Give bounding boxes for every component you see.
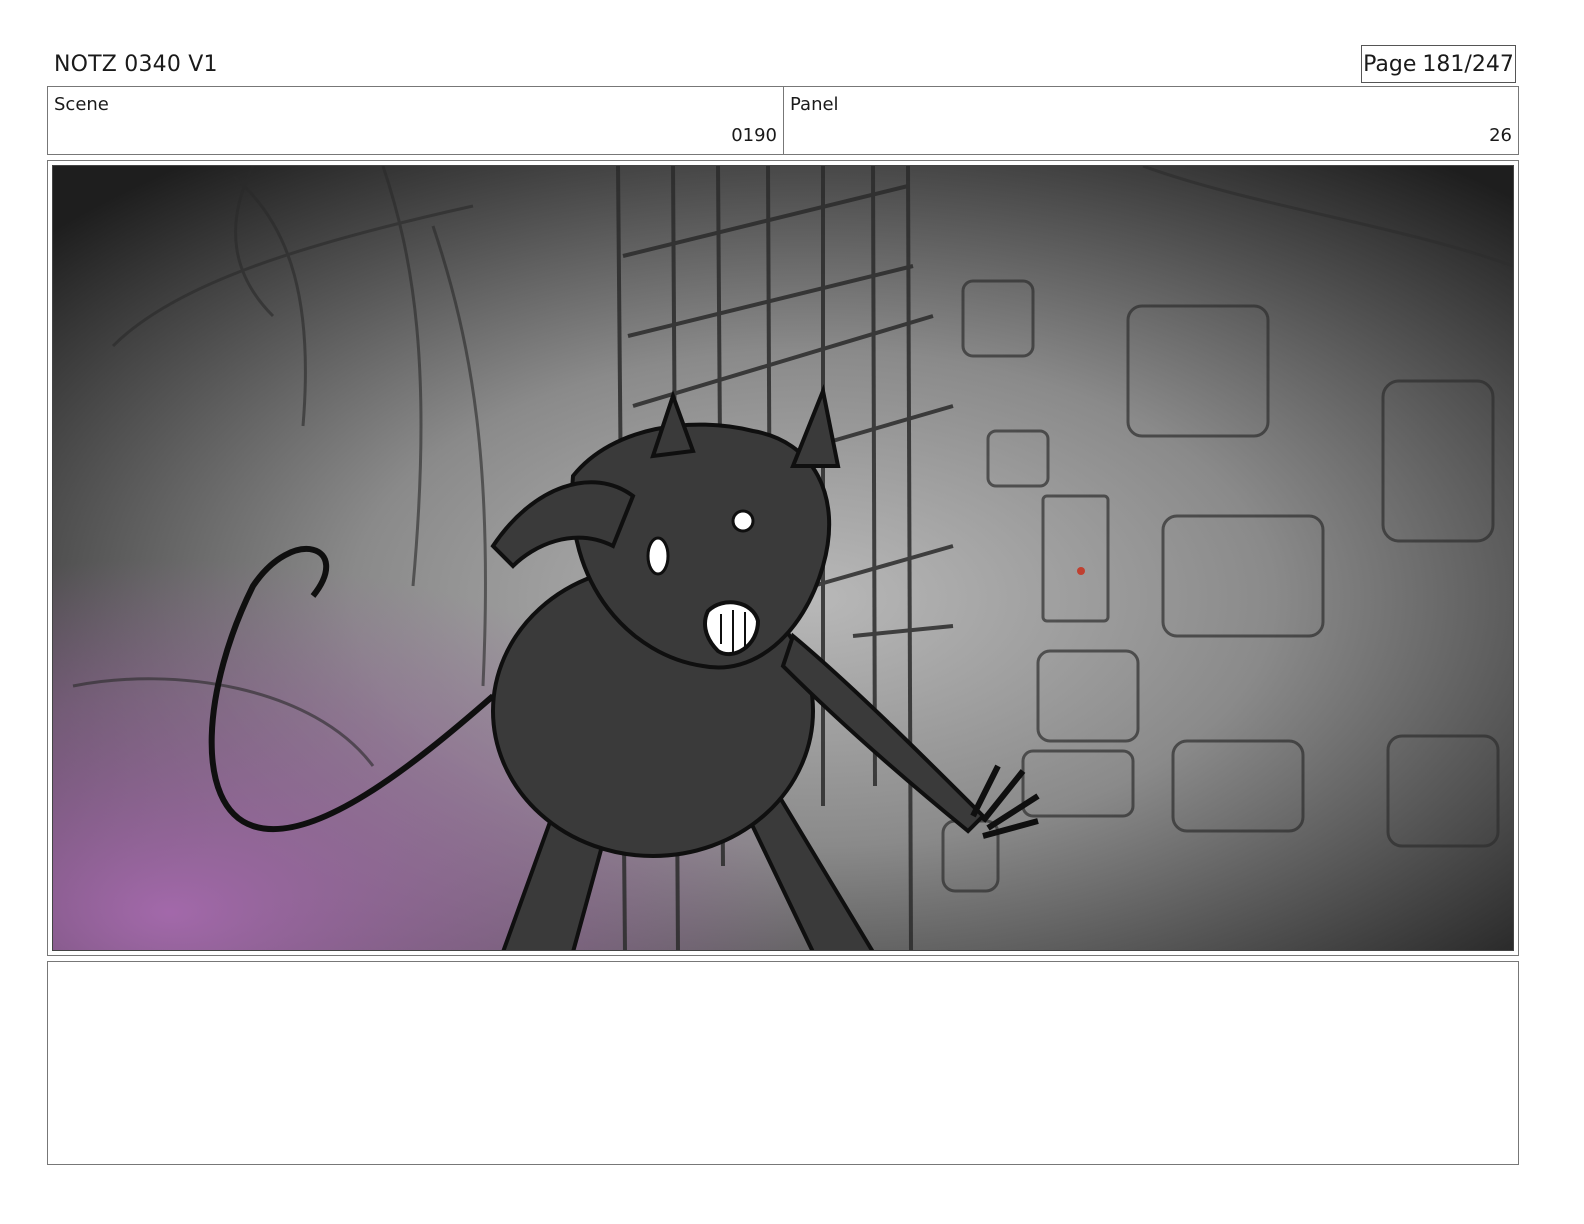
page-number: 181/247	[1422, 51, 1514, 77]
scene-label: Scene	[54, 94, 109, 115]
scene-value: 0190	[731, 125, 777, 146]
storyboard-frame	[52, 165, 1514, 951]
page-indicator: Page 181/247	[1361, 45, 1516, 83]
panel-cell: Panel 26	[784, 87, 1518, 154]
panel-label: Panel	[790, 94, 839, 115]
scene-cell: Scene 0190	[48, 87, 784, 154]
scene-panel-row: Scene 0190 Panel 26	[47, 86, 1519, 155]
storyboard-sketch-image	[53, 166, 1513, 950]
page-word: Page	[1363, 51, 1417, 77]
document-title: NOTZ 0340 V1	[54, 52, 218, 77]
panel-value: 26	[1489, 125, 1512, 146]
notes-box	[47, 961, 1519, 1165]
